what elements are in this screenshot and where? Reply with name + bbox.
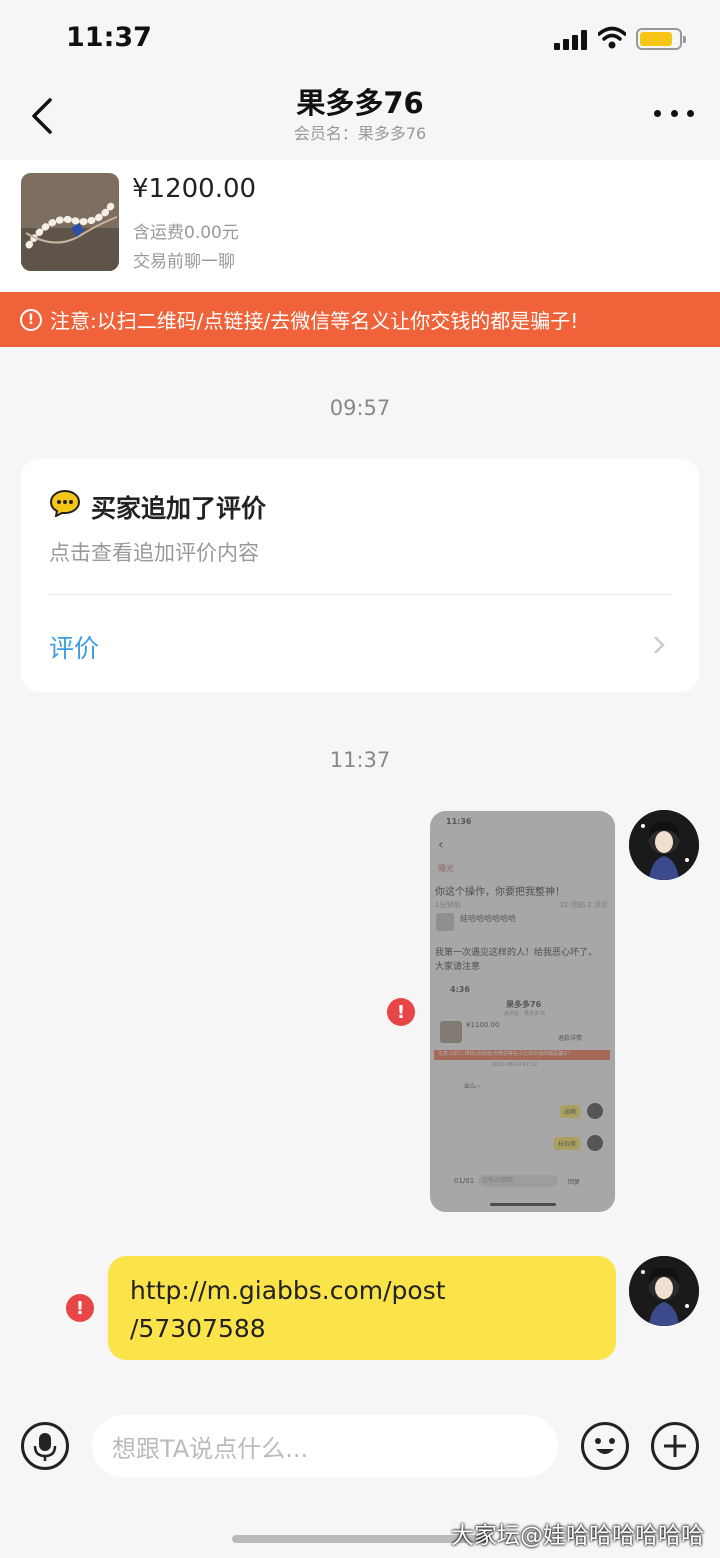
card-description: 点击查看追加评价内容 (49, 541, 259, 565)
screenshot-content: 11:36 ‹ 曝光 你这个操作，你要把我整神！ 1分钟前 20 回帖 2 评论… (430, 811, 615, 1212)
shot-inner-date: 2021-08-10 07:10 (492, 1062, 538, 1068)
home-indicator (232, 1535, 488, 1543)
more-actions-button[interactable] (651, 1422, 699, 1470)
shot-post-time: 1分钟前 (435, 901, 461, 909)
shot-inner-msg2: 出啊 (560, 1105, 581, 1118)
chat-partner-name: 果多多76 (296, 86, 424, 120)
product-note: 交易前聊一聊 (133, 252, 235, 272)
shot-post-stats: 20 回帖 2 评论 (560, 901, 609, 909)
product-price: ¥1200.00 (132, 174, 257, 204)
emoji-button[interactable] (581, 1422, 629, 1470)
chevron-right-icon (654, 636, 665, 654)
more-options-icon[interactable] (654, 110, 694, 120)
shot-inner-avatar (587, 1103, 603, 1119)
review-notification-card[interactable]: 买家追加了评价 点击查看追加评价内容 评价 (21, 459, 699, 692)
user-avatar[interactable] (629, 810, 699, 880)
shot-body-line1: 我第一次遇见这样的人！给我恶心坏了， (435, 948, 598, 958)
shot-inner-time: 4:36 (450, 985, 470, 994)
shot-inner-thumb (440, 1021, 462, 1043)
chat-header: 果多多76 会员名：果多多76 (0, 78, 720, 158)
user-avatar[interactable] (629, 1256, 699, 1326)
shot-bottom-reply: 回复 (568, 1179, 581, 1186)
shot-body-line2: 大家请注意 (435, 962, 481, 972)
send-failed-icon[interactable]: ! (387, 998, 415, 1026)
shot-inner-action: 退款详情 (558, 1035, 583, 1042)
divider (49, 594, 671, 595)
smiley-icon (595, 1438, 615, 1454)
status-time: 11:37 (66, 22, 152, 53)
timestamp: 11:37 (329, 748, 391, 772)
shot-inner-msg3: 标价卖 (554, 1137, 581, 1150)
product-thumbnail[interactable] (21, 173, 119, 271)
shot-post-title: 你这个操作，你要把我整神！ (435, 887, 565, 898)
shot-inner-title: 果多多76 (506, 1000, 542, 1009)
card-title: 买家追加了评价 (91, 494, 267, 523)
shipping-fee: 含运费0.00元 (133, 223, 239, 243)
shot-back-icon: ‹ (438, 837, 444, 853)
shot-bottom-page: 01/01 (454, 1177, 475, 1185)
link-message-bubble[interactable]: http://m.giabbs.com/post /57307588 (108, 1256, 616, 1360)
link-text-line[interactable]: http://m.giabbs.com/post (130, 1272, 594, 1310)
image-message[interactable]: 11:36 ‹ 曝光 你这个操作，你要把我整神！ 1分钟前 20 回帖 2 评论… (430, 811, 615, 1212)
message-input-bar: 想跟TA说点什么... (0, 1400, 720, 1500)
battery-icon (636, 28, 686, 50)
shot-inner-sub: 会员名：果多多76 (504, 1011, 546, 1017)
send-failed-icon[interactable]: ! (66, 1294, 94, 1322)
microphone-icon (33, 1433, 57, 1461)
fraud-warning-banner: ! 注意:以扫二维码/点链接/去微信等名义让你交钱的都是骗子! (0, 292, 720, 347)
product-card[interactable]: ¥1200.00 含运费0.00元 交易前聊一聊 (0, 160, 720, 290)
voice-input-button[interactable] (21, 1422, 69, 1470)
status-bar: 11:37 (0, 0, 720, 78)
shot-bottom-input: 已有20回帖 (478, 1175, 558, 1187)
shot-author: 娃哈哈哈哈哈哈 (460, 914, 516, 923)
warning-text: 注意:以扫二维码/点链接/去微信等名义让你交钱的都是骗子! (50, 309, 579, 333)
plus-icon (664, 1435, 686, 1457)
member-name: 会员名：果多多76 (293, 124, 427, 143)
shot-status-time: 11:36 (446, 817, 472, 826)
link-text-line[interactable]: /57307588 (130, 1310, 594, 1348)
timestamp: 09:57 (329, 396, 391, 420)
watermark: 大家坛@娃哈哈哈哈哈哈 (451, 1523, 704, 1549)
shot-inner-price: ¥1100.00 (466, 1021, 500, 1029)
warning-icon: ! (20, 308, 42, 331)
chat-bubble-icon (49, 489, 81, 517)
shot-inner-msg1: 出么~ (464, 1083, 482, 1090)
message-input[interactable]: 想跟TA说点什么... (92, 1415, 558, 1477)
shot-inner-warning: 注意:以扫二维码/点链接/去微信等名义让你交钱的都是骗子! (434, 1050, 610, 1060)
cellular-signal-icon (554, 30, 588, 50)
shot-home-indicator (490, 1203, 556, 1206)
shot-tab: 曝光 (438, 864, 454, 873)
wifi-icon (598, 26, 626, 49)
review-link[interactable]: 评价 (49, 629, 99, 665)
shot-inner-avatar (587, 1135, 603, 1151)
shot-author-avatar (436, 913, 454, 931)
